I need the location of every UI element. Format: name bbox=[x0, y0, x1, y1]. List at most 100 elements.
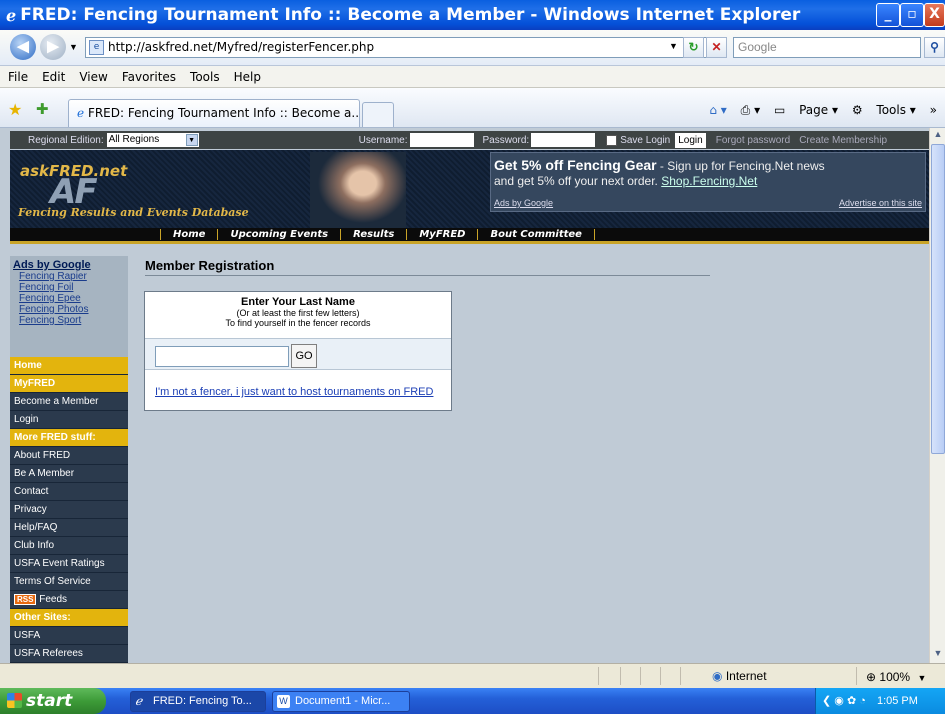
sidebar-item-contact[interactable]: Contact bbox=[10, 483, 128, 501]
zoom-control[interactable]: ⊕ 100% ▼ bbox=[866, 670, 926, 684]
nav-results[interactable]: Results bbox=[341, 229, 408, 240]
sidebar-ad-link[interactable]: Fencing Epee bbox=[13, 293, 122, 304]
windows-flag-icon bbox=[7, 693, 22, 708]
sidebar-item-feeds[interactable]: RSS Feeds bbox=[10, 591, 128, 609]
sidebar-ad-link[interactable]: Fencing Rapier bbox=[13, 271, 122, 282]
nav-myfred[interactable]: MyFRED bbox=[407, 229, 479, 240]
sidebar-item-login[interactable]: Login bbox=[10, 411, 128, 429]
nav-home[interactable]: Home bbox=[160, 229, 219, 240]
page-menu[interactable]: ▭ Page ▾ bbox=[774, 103, 838, 117]
command-bar: ⌂ ▾ ⎙ ▾ ▭ Page ▾ ⚙ Tools ▾ » bbox=[699, 103, 937, 118]
tab-active[interactable]: ℯ FRED: Fencing Tournament Info :: Becom… bbox=[68, 99, 360, 127]
region-select[interactable]: All Regions ▼ bbox=[106, 133, 199, 147]
advertise-link[interactable]: Advertise on this site bbox=[839, 198, 922, 208]
sidebar-item-home[interactable]: Home bbox=[10, 357, 128, 375]
save-login-label: Save Login bbox=[620, 134, 671, 146]
favorites-star-icon[interactable]: ★ bbox=[8, 100, 22, 120]
ad-shop-link[interactable]: Shop.Fencing.Net bbox=[661, 174, 757, 188]
forgot-password-link[interactable]: Forgot password bbox=[716, 135, 790, 146]
sidebar-item-help[interactable]: Help/FAQ bbox=[10, 519, 128, 537]
vertical-scrollbar[interactable]: ▲ ▼ bbox=[929, 128, 945, 663]
start-label: start bbox=[26, 691, 73, 711]
address-dropdown-icon[interactable]: ▼ bbox=[663, 37, 684, 58]
menu-edit[interactable]: Edit bbox=[42, 70, 65, 84]
menu-tools[interactable]: Tools bbox=[190, 70, 220, 84]
registration-box-sub2: To find yourself in the fencer records bbox=[225, 318, 371, 328]
sidebar-ad-link[interactable]: Fencing Photos bbox=[13, 304, 122, 315]
history-dropdown-icon[interactable]: ▼ bbox=[69, 42, 78, 52]
rss-icon: RSS bbox=[14, 594, 37, 605]
sidebar-ads-title[interactable]: Ads by Google bbox=[13, 259, 122, 271]
forward-icon[interactable]: ▶ bbox=[40, 34, 66, 60]
close-button[interactable]: X bbox=[924, 3, 945, 27]
tray-security-icon[interactable]: ✿ bbox=[847, 695, 856, 707]
password-input[interactable] bbox=[531, 133, 596, 147]
menu-favorites[interactable]: Favorites bbox=[122, 70, 176, 84]
back-icon[interactable]: ◀ bbox=[10, 34, 36, 60]
sidebar-item-usfa-referees[interactable]: USFA Referees bbox=[10, 645, 128, 663]
sidebar-item-usfa-ratings[interactable]: USFA Event Ratings bbox=[10, 555, 128, 573]
system-tray: ❮ ◉ ✿ ◔ 1:05 PM bbox=[815, 688, 945, 714]
minimize-button[interactable]: _ bbox=[876, 3, 900, 27]
start-button[interactable]: start bbox=[0, 688, 106, 714]
sidebar-item-club-info[interactable]: Club Info bbox=[10, 537, 128, 555]
tools-menu-label: Tools bbox=[876, 103, 906, 117]
menu-file[interactable]: File bbox=[8, 70, 28, 84]
sidebar-item-become-member[interactable]: Become a Member bbox=[10, 393, 128, 411]
sidebar-item-about[interactable]: About FRED bbox=[10, 447, 128, 465]
maximize-button[interactable]: ▫ bbox=[900, 3, 924, 27]
menu-view[interactable]: View bbox=[79, 70, 107, 84]
security-zone: ◉ Internet bbox=[712, 669, 767, 683]
tab-active-label: FRED: Fencing Tournament Info :: Become … bbox=[87, 106, 360, 120]
sidebar-item-myfred[interactable]: MyFRED bbox=[10, 375, 128, 393]
new-tab-button[interactable] bbox=[362, 102, 394, 127]
taskbar-item-ie[interactable]: ℯ FRED: Fencing To... bbox=[130, 691, 266, 712]
ad-line: and get 5% off your next order. Shop.Fen… bbox=[494, 174, 922, 188]
last-name-input[interactable] bbox=[155, 346, 289, 367]
sidebar-ads: Ads by Google Fencing Rapier Fencing Foi… bbox=[10, 256, 128, 326]
stop-icon[interactable]: ✕ bbox=[706, 37, 727, 58]
main-nav: Home Upcoming Events Results MyFRED Bout… bbox=[10, 228, 929, 244]
ie-task-icon: ℯ bbox=[135, 694, 143, 708]
sidebar-item-be-a-member[interactable]: Be A Member bbox=[10, 465, 128, 483]
host-tournaments-link[interactable]: I'm not a fencer, i just want to host to… bbox=[155, 386, 433, 398]
scroll-up-icon[interactable]: ▲ bbox=[931, 129, 945, 143]
nav-upcoming-events[interactable]: Upcoming Events bbox=[218, 229, 342, 240]
create-membership-link[interactable]: Create Membership bbox=[799, 135, 887, 146]
sidebar-ad-link[interactable]: Fencing Foil bbox=[13, 282, 122, 293]
search-icon[interactable]: ⚲ bbox=[924, 37, 945, 58]
taskbar-item-word[interactable]: W Document1 - Micr... bbox=[272, 691, 410, 712]
sidebar-item-terms[interactable]: Terms Of Service bbox=[10, 573, 128, 591]
search-input[interactable]: Google bbox=[733, 37, 921, 58]
save-login-checkbox[interactable] bbox=[606, 134, 618, 146]
scroll-down-icon[interactable]: ▼ bbox=[931, 648, 945, 662]
banner-ad[interactable]: Get 5% off Fencing Gear - Sign up for Fe… bbox=[490, 152, 926, 212]
tools-menu[interactable]: ⚙ Tools ▾ bbox=[852, 103, 916, 117]
zoom-dropdown-icon: ▼ bbox=[917, 673, 927, 683]
nav-bout-committee[interactable]: Bout Committee bbox=[478, 229, 595, 240]
go-button[interactable]: GO bbox=[291, 344, 317, 368]
regional-label: Regional Edition: bbox=[28, 134, 104, 146]
sidebar-item-usfa[interactable]: USFA bbox=[10, 627, 128, 645]
username-input[interactable] bbox=[409, 133, 474, 147]
login-button[interactable]: Login bbox=[675, 132, 706, 148]
ad-headline: Get 5% off Fencing Gear - Sign up for Fe… bbox=[494, 157, 922, 173]
menu-help[interactable]: Help bbox=[234, 70, 261, 84]
fencer-photo bbox=[310, 152, 406, 230]
sidebar-ad-link[interactable]: Fencing Sport bbox=[13, 315, 122, 326]
scrollbar-thumb[interactable] bbox=[931, 144, 945, 454]
refresh-icon[interactable]: ↻ bbox=[683, 37, 704, 58]
home-icon[interactable]: ⌂ ▾ bbox=[709, 103, 726, 117]
tab-bar: ★ ✚ ℯ FRED: Fencing Tournament Info :: B… bbox=[0, 88, 945, 128]
print-icon[interactable]: ⎙ ▾ bbox=[741, 103, 760, 117]
taskbar-item-word-label: Document1 - Micr... bbox=[295, 695, 391, 707]
ads-by-google-link[interactable]: Ads by Google bbox=[494, 198, 553, 208]
tray-volume-icon[interactable]: ◔ bbox=[859, 695, 866, 707]
tray-network-icon[interactable]: ◉ bbox=[834, 695, 844, 707]
add-favorite-icon[interactable]: ✚ bbox=[36, 100, 49, 118]
sidebar-item-privacy[interactable]: Privacy bbox=[10, 501, 128, 519]
address-bar[interactable]: e http://askfred.net/Myfred/registerFenc… bbox=[85, 37, 717, 58]
tray-chevron-icon[interactable]: ❮ bbox=[822, 695, 831, 707]
chevron-right-icon[interactable]: » bbox=[930, 103, 937, 117]
address-url: http://askfred.net/Myfred/registerFencer… bbox=[108, 40, 375, 54]
